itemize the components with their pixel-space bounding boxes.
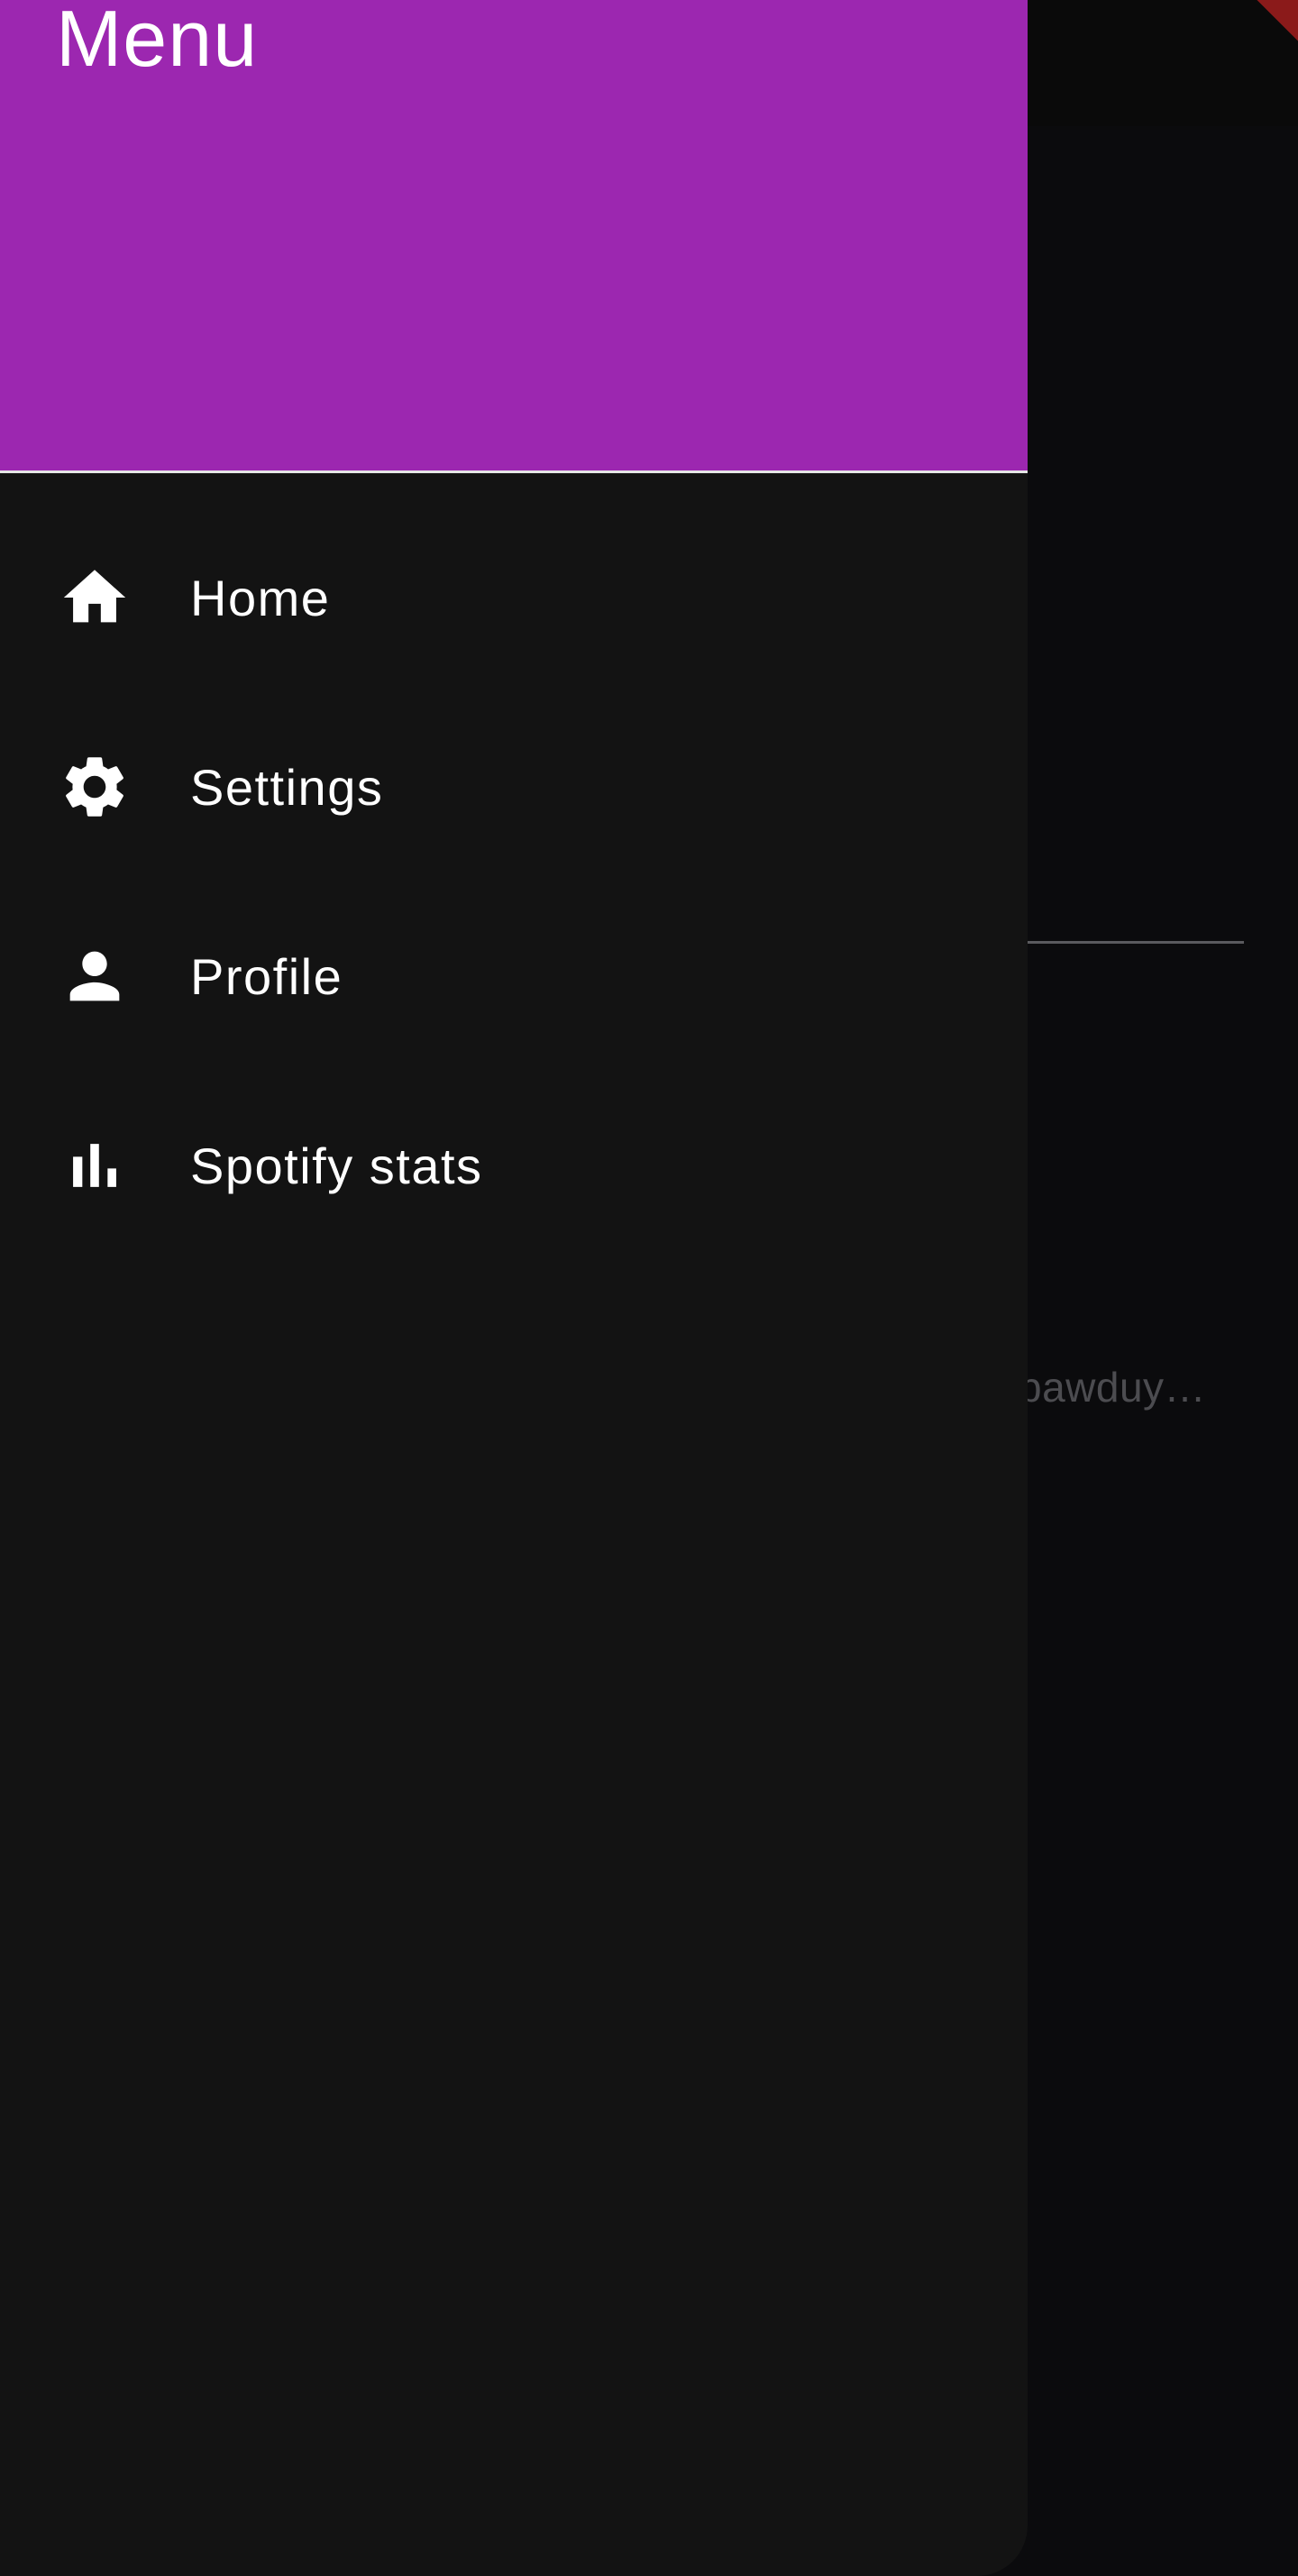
content-divider	[1019, 941, 1244, 944]
menu-item-label: Settings	[190, 758, 384, 816]
navigation-drawer[interactable]: Menu Home Settings Profile Spotify stats	[0, 0, 1028, 2576]
menu-item-label: Spotify stats	[190, 1137, 483, 1194]
menu-item-label: Home	[190, 569, 331, 626]
content-preview-text: bawduy…	[1019, 1364, 1207, 1411]
menu-item-profile[interactable]: Profile	[0, 882, 1028, 1071]
person-icon	[58, 939, 132, 1013]
gear-icon	[58, 750, 132, 824]
home-icon	[58, 561, 132, 635]
menu-item-settings[interactable]: Settings	[0, 692, 1028, 882]
menu-item-spotify-stats[interactable]: Spotify stats	[0, 1071, 1028, 1260]
drawer-title: Menu	[56, 0, 259, 83]
menu-item-home[interactable]: Home	[0, 503, 1028, 692]
app-screen: bawduy… Menu Home Settings Profile Spoti…	[0, 0, 1298, 2576]
menu-item-label: Profile	[190, 947, 343, 1005]
bar-chart-icon	[58, 1128, 132, 1202]
drawer-header: Menu	[0, 0, 1028, 473]
drawer-menu: Home Settings Profile Spotify stats	[0, 503, 1028, 1260]
